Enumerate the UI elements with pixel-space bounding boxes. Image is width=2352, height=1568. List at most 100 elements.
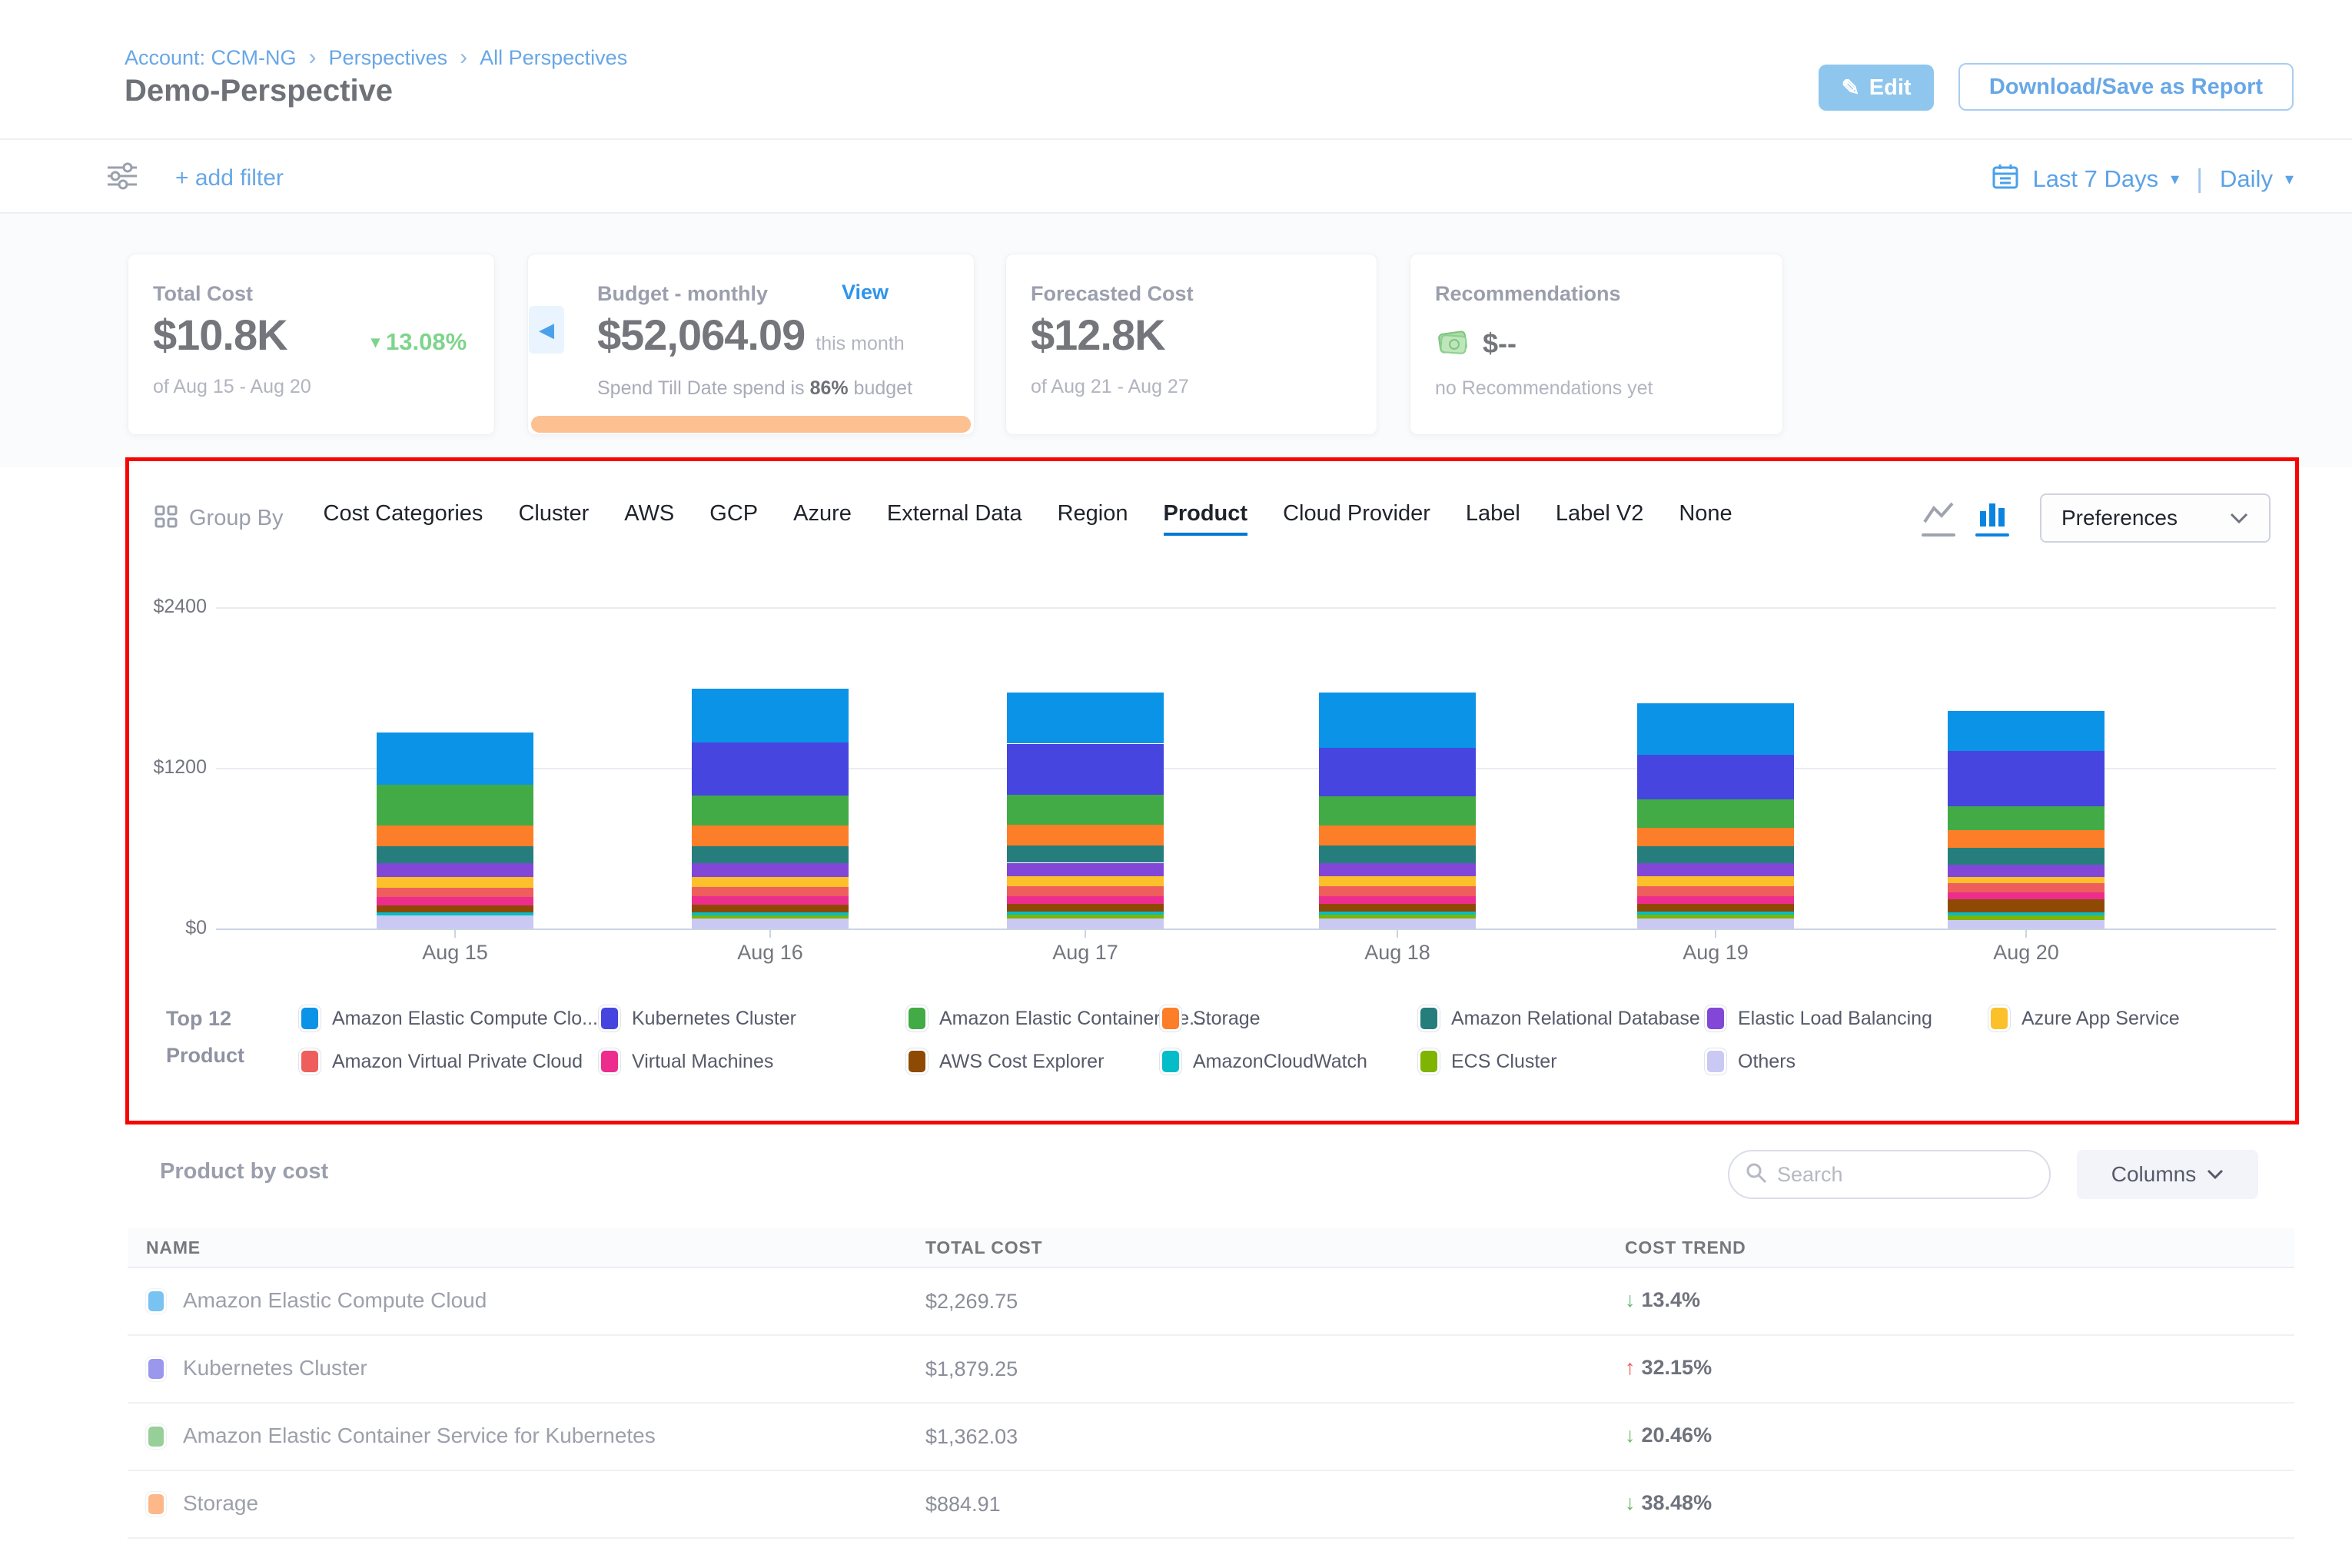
bar-segment-ecs-cluster[interactable] (1007, 915, 1164, 919)
bar-segment-aws-cost-explorer[interactable] (692, 905, 849, 912)
bar-segment-elastic-load-balancing[interactable] (377, 863, 533, 876)
bar-segment-others[interactable] (1637, 919, 1794, 929)
legend-item-storage[interactable]: Storage (1160, 1005, 1261, 1031)
bar-segment-kubernetes-cluster[interactable] (1319, 748, 1476, 796)
tab-azure[interactable]: Azure (793, 501, 852, 536)
bar-segment-aws-cost-explorer[interactable] (377, 905, 533, 912)
bar-segment-storage[interactable] (1637, 828, 1794, 846)
bar-segment-elastic-load-balancing[interactable] (692, 863, 849, 876)
bar-segment-amazoncloudwatch[interactable] (1948, 912, 2105, 915)
bar-segment-kubernetes-cluster[interactable] (692, 742, 849, 796)
legend-item-azure-app-service[interactable]: Azure App Service (1988, 1005, 2180, 1031)
tab-cluster[interactable]: Cluster (518, 501, 589, 536)
legend-item-aws-cost-explorer[interactable]: AWS Cost Explorer (906, 1048, 1104, 1075)
preferences-dropdown[interactable]: Preferences (2040, 493, 2271, 543)
bar-segment-aws-cost-explorer[interactable] (1007, 904, 1164, 912)
legend-item-amazon-elastic-compute-clo[interactable]: Amazon Elastic Compute Clo... (299, 1005, 598, 1031)
bar-segment-others[interactable] (1948, 920, 2105, 929)
tab-cloud-provider[interactable]: Cloud Provider (1283, 501, 1430, 536)
bar-segment-others[interactable] (692, 919, 849, 929)
bar-segment-elastic-load-balancing[interactable] (1637, 863, 1794, 876)
budget-prev-button[interactable]: ◀ (529, 306, 564, 354)
column-header-cost-trend[interactable]: COST TREND (1625, 1237, 1746, 1258)
legend-item-kubernetes-cluster[interactable]: Kubernetes Cluster (599, 1005, 796, 1031)
bar-segment-virtual-machines[interactable] (692, 896, 849, 905)
bar-segment-amazon-virtual-private-cloud[interactable] (1007, 886, 1164, 896)
tab-external-data[interactable]: External Data (887, 501, 1022, 536)
bar-segment-aws-cost-explorer[interactable] (1637, 904, 1794, 912)
bar-segment-others[interactable] (1319, 919, 1476, 929)
bar-segment-amazoncloudwatch[interactable] (377, 912, 533, 915)
table-row-amazon-elastic-container-service-for-kubernetes[interactable]: Amazon Elastic Container Service for Kub… (128, 1404, 2294, 1471)
filter-sliders-icon[interactable] (105, 158, 140, 198)
legend-item-elastic-load-balancing[interactable]: Elastic Load Balancing (1705, 1005, 1932, 1031)
bar-segment-amazon-elastic-compute-cloud[interactable] (1637, 703, 1794, 756)
bar-segment-ecs-cluster[interactable] (692, 915, 849, 919)
bar-segment-amazoncloudwatch[interactable] (692, 912, 849, 915)
legend-item-virtual-machines[interactable]: Virtual Machines (599, 1048, 773, 1075)
bar-segment-azure-app-service[interactable] (1319, 876, 1476, 886)
tab-aws[interactable]: AWS (624, 501, 674, 536)
tab-product[interactable]: Product (1164, 501, 1248, 536)
bar-segment-aws-cost-explorer[interactable] (1319, 904, 1476, 912)
column-header-total-cost[interactable]: TOTAL COST (925, 1237, 1042, 1258)
bar-segment-storage[interactable] (692, 826, 849, 845)
bar-segment-amazon-virtual-private-cloud[interactable] (1637, 886, 1794, 896)
bar-segment-kubernetes-cluster[interactable] (1007, 744, 1164, 795)
bar-segment-storage[interactable] (1948, 830, 2105, 848)
search-input[interactable] (1777, 1163, 2023, 1187)
bar-segment-amazon-relational-database-service[interactable] (1319, 845, 1476, 863)
legend-item-amazon-virtual-private-cloud[interactable]: Amazon Virtual Private Cloud (299, 1048, 583, 1075)
bar-segment-amazon-elastic-container-service-for-kubernetes[interactable] (692, 796, 849, 826)
bar-segment-elastic-load-balancing[interactable] (1319, 863, 1476, 876)
column-header-name[interactable]: NAME (146, 1237, 201, 1258)
bar-segment-amazoncloudwatch[interactable] (1007, 912, 1164, 915)
bar-segment-azure-app-service[interactable] (1948, 877, 2105, 883)
stacked-bar-aug-19[interactable] (1637, 607, 1794, 929)
stacked-bar-aug-20[interactable] (1948, 607, 2105, 929)
bar-segment-amazon-elastic-container-service-for-kubernetes[interactable] (1319, 796, 1476, 826)
bar-segment-storage[interactable] (377, 826, 533, 847)
bar-segment-virtual-machines[interactable] (1637, 896, 1794, 905)
stacked-bar-aug-17[interactable] (1007, 607, 1164, 929)
bar-segment-kubernetes-cluster[interactable] (1948, 751, 2105, 806)
chart-plot[interactable]: $2400$1200$0Aug 15Aug 16Aug 17Aug 18Aug … (216, 607, 2276, 929)
bar-segment-amazon-elastic-compute-cloud[interactable] (1948, 711, 2105, 751)
tab-cost-categories[interactable]: Cost Categories (324, 501, 483, 536)
bar-segment-azure-app-service[interactable] (377, 877, 533, 888)
bar-segment-virtual-machines[interactable] (1319, 896, 1476, 905)
date-range-dropdown[interactable]: Last 7 Days (2032, 165, 2158, 193)
granularity-dropdown[interactable]: Daily (2220, 165, 2273, 193)
breadcrumb-all-perspectives[interactable]: All Perspectives (480, 46, 627, 70)
tab-label[interactable]: Label (1466, 501, 1520, 536)
line-chart-toggle[interactable] (1922, 500, 1955, 537)
chevron-down-icon[interactable]: ▾ (2285, 169, 2294, 189)
legend-item-amazon-relational-database[interactable]: Amazon Relational Database ... (1418, 1005, 1722, 1031)
bar-segment-kubernetes-cluster[interactable] (1637, 755, 1794, 799)
table-row-kubernetes-cluster[interactable]: Kubernetes Cluster$1,879.25↑32.15% (128, 1336, 2294, 1404)
breadcrumb-perspectives[interactable]: Perspectives (329, 46, 448, 70)
bar-segment-amazon-elastic-compute-cloud[interactable] (377, 733, 533, 785)
bar-segment-virtual-machines[interactable] (1948, 892, 2105, 899)
bar-segment-amazon-virtual-private-cloud[interactable] (692, 887, 849, 897)
bar-segment-amazon-relational-database-service[interactable] (1948, 848, 2105, 865)
bar-segment-azure-app-service[interactable] (1007, 876, 1164, 886)
bar-segment-elastic-load-balancing[interactable] (1948, 865, 2105, 877)
table-row-storage[interactable]: Storage$884.91↓38.48% (128, 1471, 2294, 1539)
bar-segment-amazon-elastic-compute-cloud[interactable] (1007, 693, 1164, 743)
chevron-down-icon[interactable]: ▾ (2171, 169, 2179, 189)
bar-segment-amazon-virtual-private-cloud[interactable] (1319, 886, 1476, 896)
bar-segment-amazon-elastic-container-service-for-kubernetes[interactable] (1007, 795, 1164, 825)
bar-segment-amazon-elastic-container-service-for-kubernetes[interactable] (377, 785, 533, 825)
bar-segment-storage[interactable] (1319, 826, 1476, 845)
bar-segment-amazon-virtual-private-cloud[interactable] (1948, 883, 2105, 892)
table-row-amazon-elastic-compute-cloud[interactable]: Amazon Elastic Compute Cloud$2,269.75↓13… (128, 1268, 2294, 1336)
bar-segment-azure-app-service[interactable] (1637, 876, 1794, 886)
bar-segment-amazon-relational-database-service[interactable] (692, 846, 849, 864)
bar-segment-amazon-elastic-container-service-for-kubernetes[interactable] (1637, 799, 1794, 828)
columns-button[interactable]: Columns (2077, 1150, 2258, 1199)
download-save-report-button[interactable]: Download/Save as Report (1958, 63, 2294, 111)
bar-segment-storage[interactable] (1007, 825, 1164, 845)
bar-segment-others[interactable] (1007, 919, 1164, 929)
bar-segment-amazoncloudwatch[interactable] (1637, 912, 1794, 915)
